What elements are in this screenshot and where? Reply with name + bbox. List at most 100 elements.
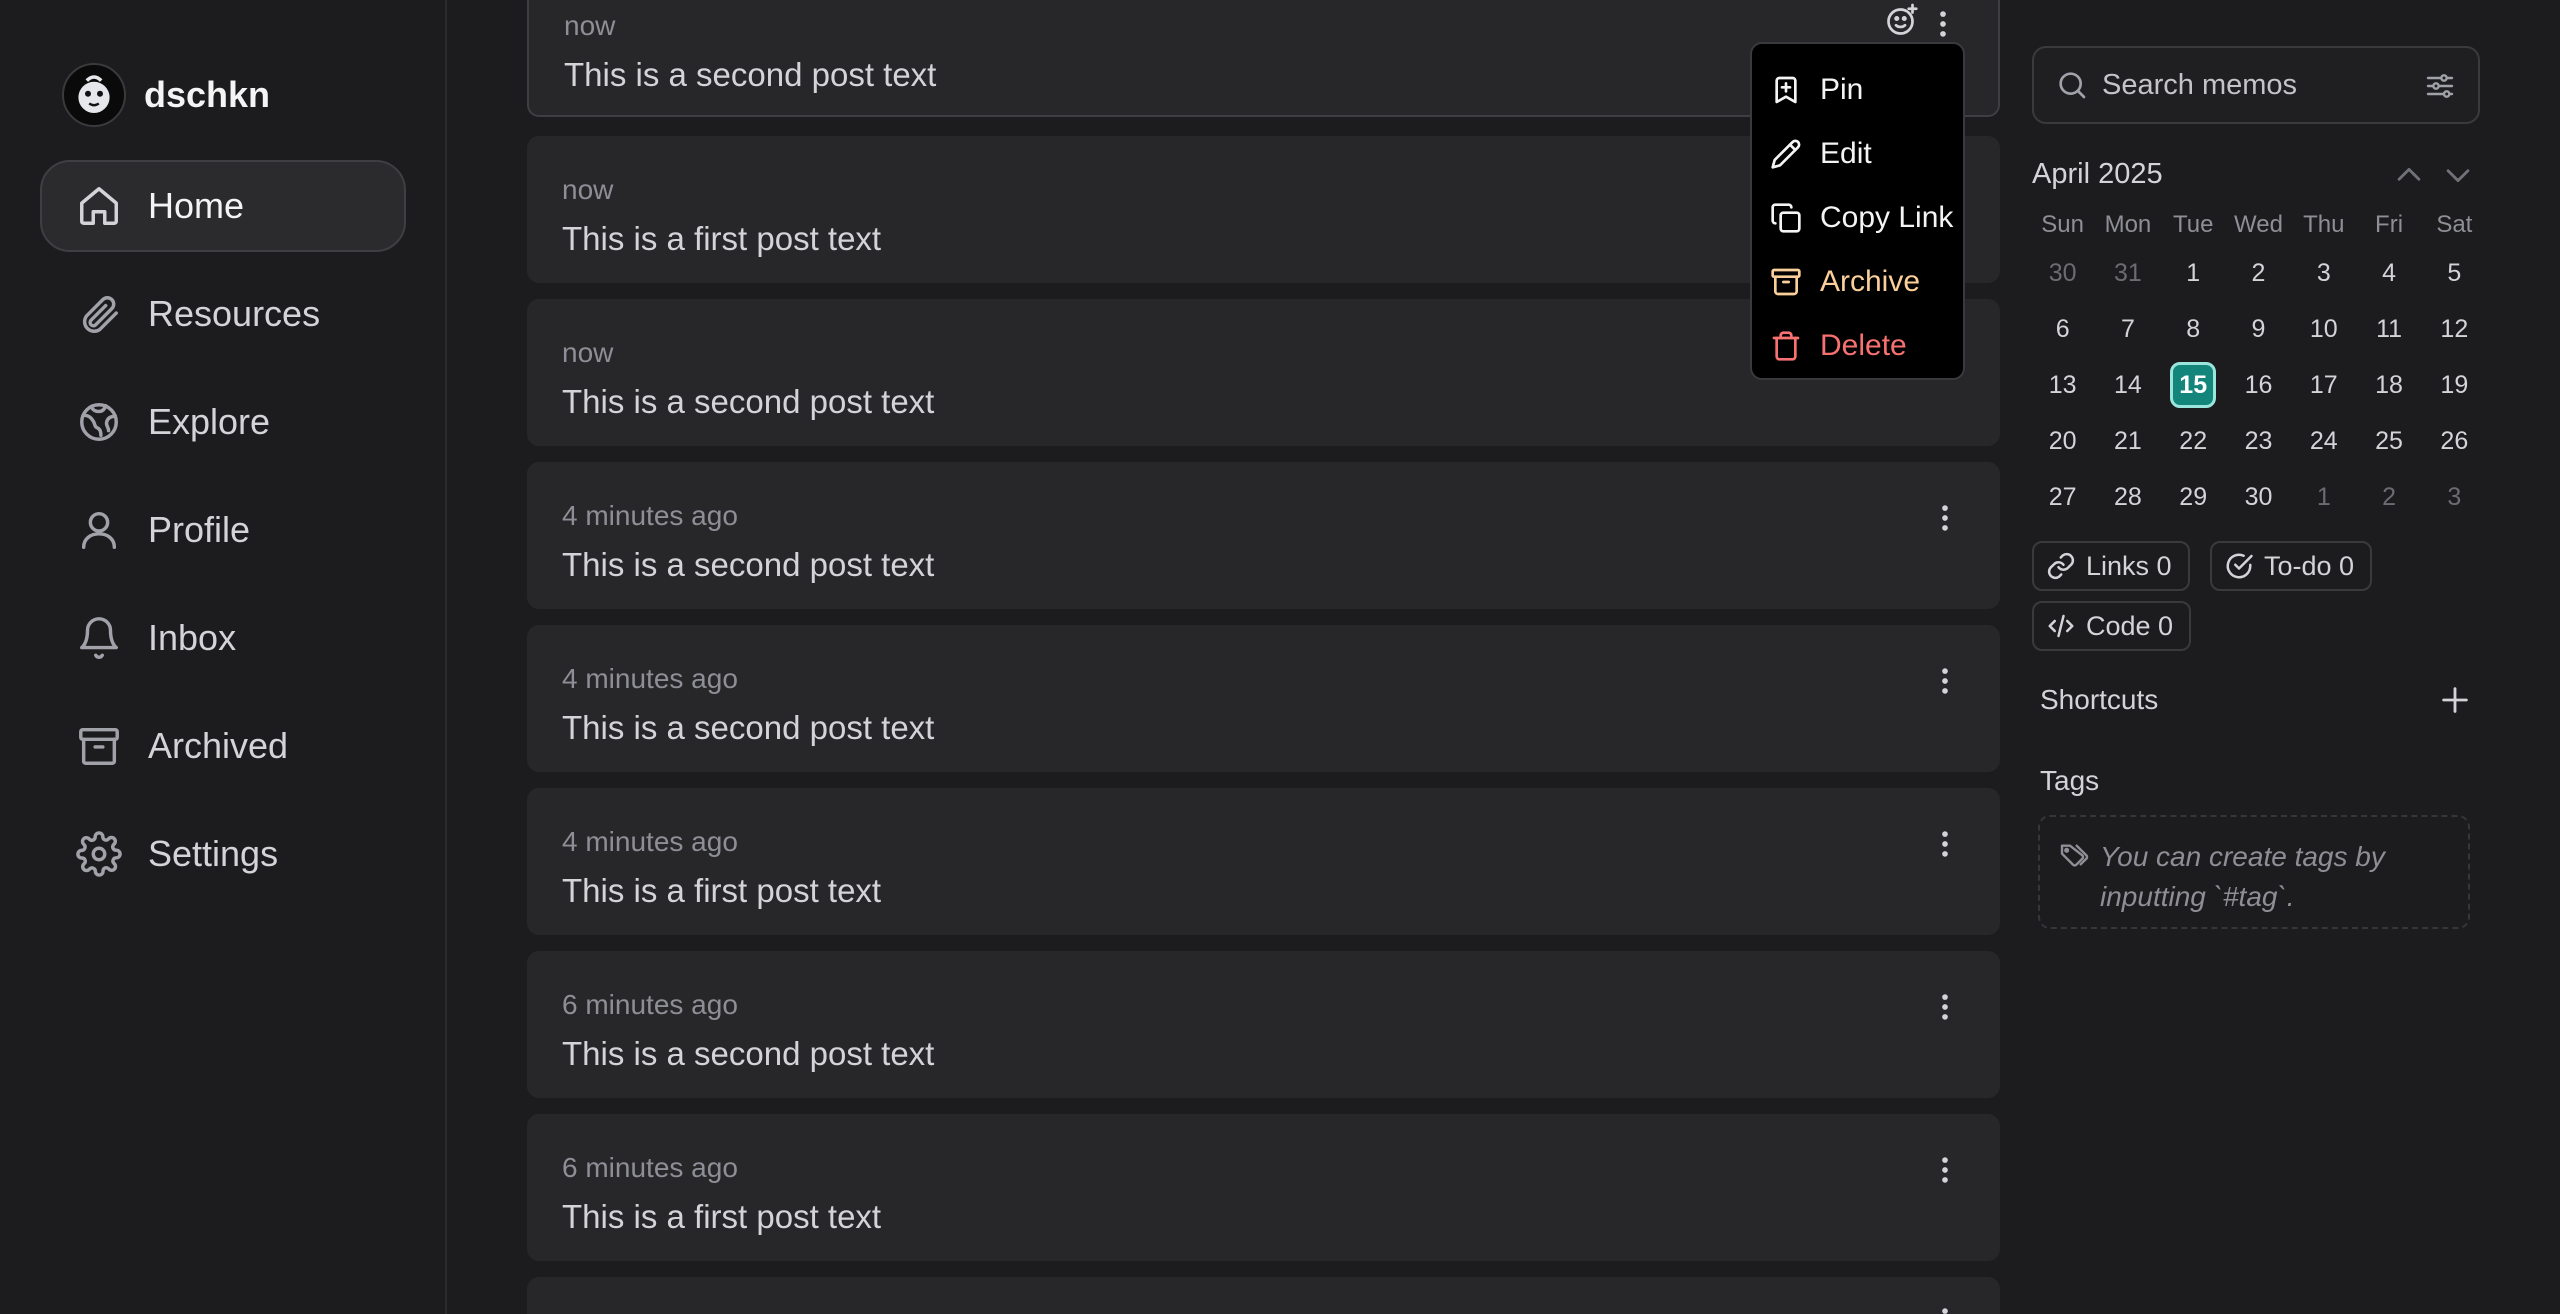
links-stat[interactable]: Links 0	[2032, 541, 2190, 591]
user-icon	[76, 507, 122, 553]
memo-time: now	[564, 10, 616, 41]
reaction-icon[interactable]	[1884, 2, 1920, 38]
gear-icon	[76, 831, 122, 877]
calendar-day-today[interactable]: 15	[2161, 362, 2226, 408]
search-icon	[2056, 69, 2088, 101]
weekday-label: Thu	[2303, 211, 2345, 238]
calendar-day[interactable]: 12	[2422, 315, 2487, 344]
calendar-day[interactable]: 1	[2291, 483, 2356, 512]
chevron-down-icon[interactable]	[2441, 158, 2475, 192]
more-options-icon[interactable]	[1928, 1148, 1962, 1192]
calendar-day[interactable]: 14	[2095, 371, 2160, 400]
calendar-day[interactable]: 29	[2161, 483, 2226, 512]
menu-item-pin[interactable]: Pin	[1752, 58, 1963, 122]
calendar-day[interactable]: 3	[2422, 483, 2487, 512]
calendar-day[interactable]: 18	[2356, 371, 2421, 400]
user-brand[interactable]: dschkn	[62, 63, 270, 127]
calendar-day[interactable]: 3	[2291, 259, 2356, 288]
memo-actions-menu: Pin Edit Copy Link Archive Delete	[1750, 42, 1965, 380]
more-options-icon[interactable]	[1928, 496, 1962, 540]
menu-item-label: Pin	[1820, 73, 1864, 106]
code-stat[interactable]: Code 0	[2032, 601, 2192, 651]
menu-item-label: Edit	[1820, 137, 1872, 170]
bookmark-plus-icon	[1770, 74, 1802, 106]
main-nav: Home Resources Explore Profile Inbox Arc…	[40, 160, 406, 916]
calendar-day[interactable]: 28	[2095, 483, 2160, 512]
todo-stat[interactable]: To-do 0	[2210, 541, 2373, 591]
nav-item-archived[interactable]: Archived	[40, 700, 406, 792]
calendar-day[interactable]: 8	[2161, 315, 2226, 344]
calendar-day[interactable]: 5	[2422, 259, 2487, 288]
calendar-day[interactable]: 4	[2356, 259, 2421, 288]
calendar-day[interactable]: 10	[2291, 315, 2356, 344]
tags-title: Tags	[2040, 765, 2100, 796]
calendar-day[interactable]: 9	[2226, 315, 2291, 344]
calendar-day[interactable]: 22	[2161, 427, 2226, 456]
nav-item-explore[interactable]: Explore	[40, 376, 406, 468]
calendar-day[interactable]: 6	[2030, 315, 2095, 344]
calendar-day[interactable]: 7	[2095, 315, 2160, 344]
memo-card[interactable]: 6 minutes ago This is a first post text	[527, 1114, 2000, 1261]
calendar-day[interactable]: 1	[2161, 259, 2226, 288]
menu-item-label: Archive	[1820, 265, 1921, 298]
tag-icon	[2058, 839, 2090, 871]
username: dschkn	[144, 74, 271, 115]
todo-stat-label: To-do 0	[2264, 550, 2355, 581]
calendar-day[interactable]: 20	[2030, 427, 2095, 456]
memo-card[interactable]	[527, 1277, 2000, 1314]
memo-card[interactable]: 6 minutes ago This is a second post text	[527, 951, 2000, 1098]
memo-card[interactable]: 4 minutes ago This is a second post text	[527, 462, 2000, 609]
calendar-day[interactable]: 27	[2030, 483, 2095, 512]
search-input[interactable]	[2102, 68, 2422, 102]
calendar-day[interactable]: 2	[2226, 259, 2291, 288]
nav-item-inbox[interactable]: Inbox	[40, 592, 406, 684]
tags-empty-state: You can create tags by inputting `#tag`.	[2038, 815, 2470, 929]
memo-text: This is a second post text	[562, 1035, 935, 1072]
menu-item-archive[interactable]: Archive	[1752, 250, 1963, 314]
menu-item-delete[interactable]: Delete	[1752, 314, 1963, 378]
calendar-day[interactable]: 23	[2226, 427, 2291, 456]
memo-card[interactable]: 4 minutes ago This is a first post text	[527, 788, 2000, 935]
home-icon	[76, 183, 122, 229]
weekday-label: Sun	[2041, 211, 2084, 238]
nav-label: Archived	[148, 725, 289, 766]
filter-icon[interactable]	[2424, 70, 2456, 102]
menu-item-copy-link[interactable]: Copy Link	[1752, 186, 1963, 250]
calendar-day[interactable]: 24	[2291, 427, 2356, 456]
more-options-icon[interactable]	[1928, 985, 1962, 1029]
calendar-day[interactable]: 26	[2422, 427, 2487, 456]
calendar-weekdays: Sun Mon Tue Wed Thu Fri Sat	[2030, 205, 2487, 245]
more-options-icon[interactable]	[1928, 659, 1962, 703]
calendar-day[interactable]: 13	[2030, 371, 2095, 400]
calendar-day[interactable]: 2	[2356, 483, 2421, 512]
add-shortcut-icon[interactable]	[2438, 683, 2472, 717]
more-options-icon[interactable]	[1928, 822, 1962, 866]
menu-item-edit[interactable]: Edit	[1752, 122, 1963, 186]
calendar-day[interactable]: 30	[2030, 259, 2095, 288]
calendar-day[interactable]: 19	[2422, 371, 2487, 400]
memo-time: now	[562, 337, 614, 368]
nav-item-home[interactable]: Home	[40, 160, 406, 252]
nav-label: Settings	[148, 833, 279, 874]
calendar-week: 6 7 8 9 10 11 12	[2030, 301, 2487, 357]
archive-icon	[1770, 266, 1802, 298]
memo-text: This is a second post text	[564, 56, 937, 93]
calendar-day[interactable]: 17	[2291, 371, 2356, 400]
calendar-day[interactable]: 30	[2226, 483, 2291, 512]
calendar-day[interactable]: 21	[2095, 427, 2160, 456]
search-box[interactable]	[2032, 46, 2480, 124]
memo-card[interactable]: 4 minutes ago This is a second post text	[527, 625, 2000, 772]
chevron-up-icon[interactable]	[2392, 158, 2426, 192]
nav-item-settings[interactable]: Settings	[40, 808, 406, 900]
more-options-icon[interactable]	[1926, 2, 1960, 46]
calendar-day[interactable]: 16	[2226, 371, 2291, 400]
calendar-day[interactable]: 31	[2095, 259, 2160, 288]
more-options-icon[interactable]	[1928, 1299, 1962, 1314]
calendar-day[interactable]: 25	[2356, 427, 2421, 456]
calendar-day[interactable]: 11	[2356, 315, 2421, 344]
memo-text: This is a second post text	[562, 383, 935, 420]
nav-item-resources[interactable]: Resources	[40, 268, 406, 360]
memo-text: This is a first post text	[562, 1198, 882, 1235]
shortcuts-title: Shortcuts	[2040, 684, 2159, 715]
nav-item-profile[interactable]: Profile	[40, 484, 406, 576]
